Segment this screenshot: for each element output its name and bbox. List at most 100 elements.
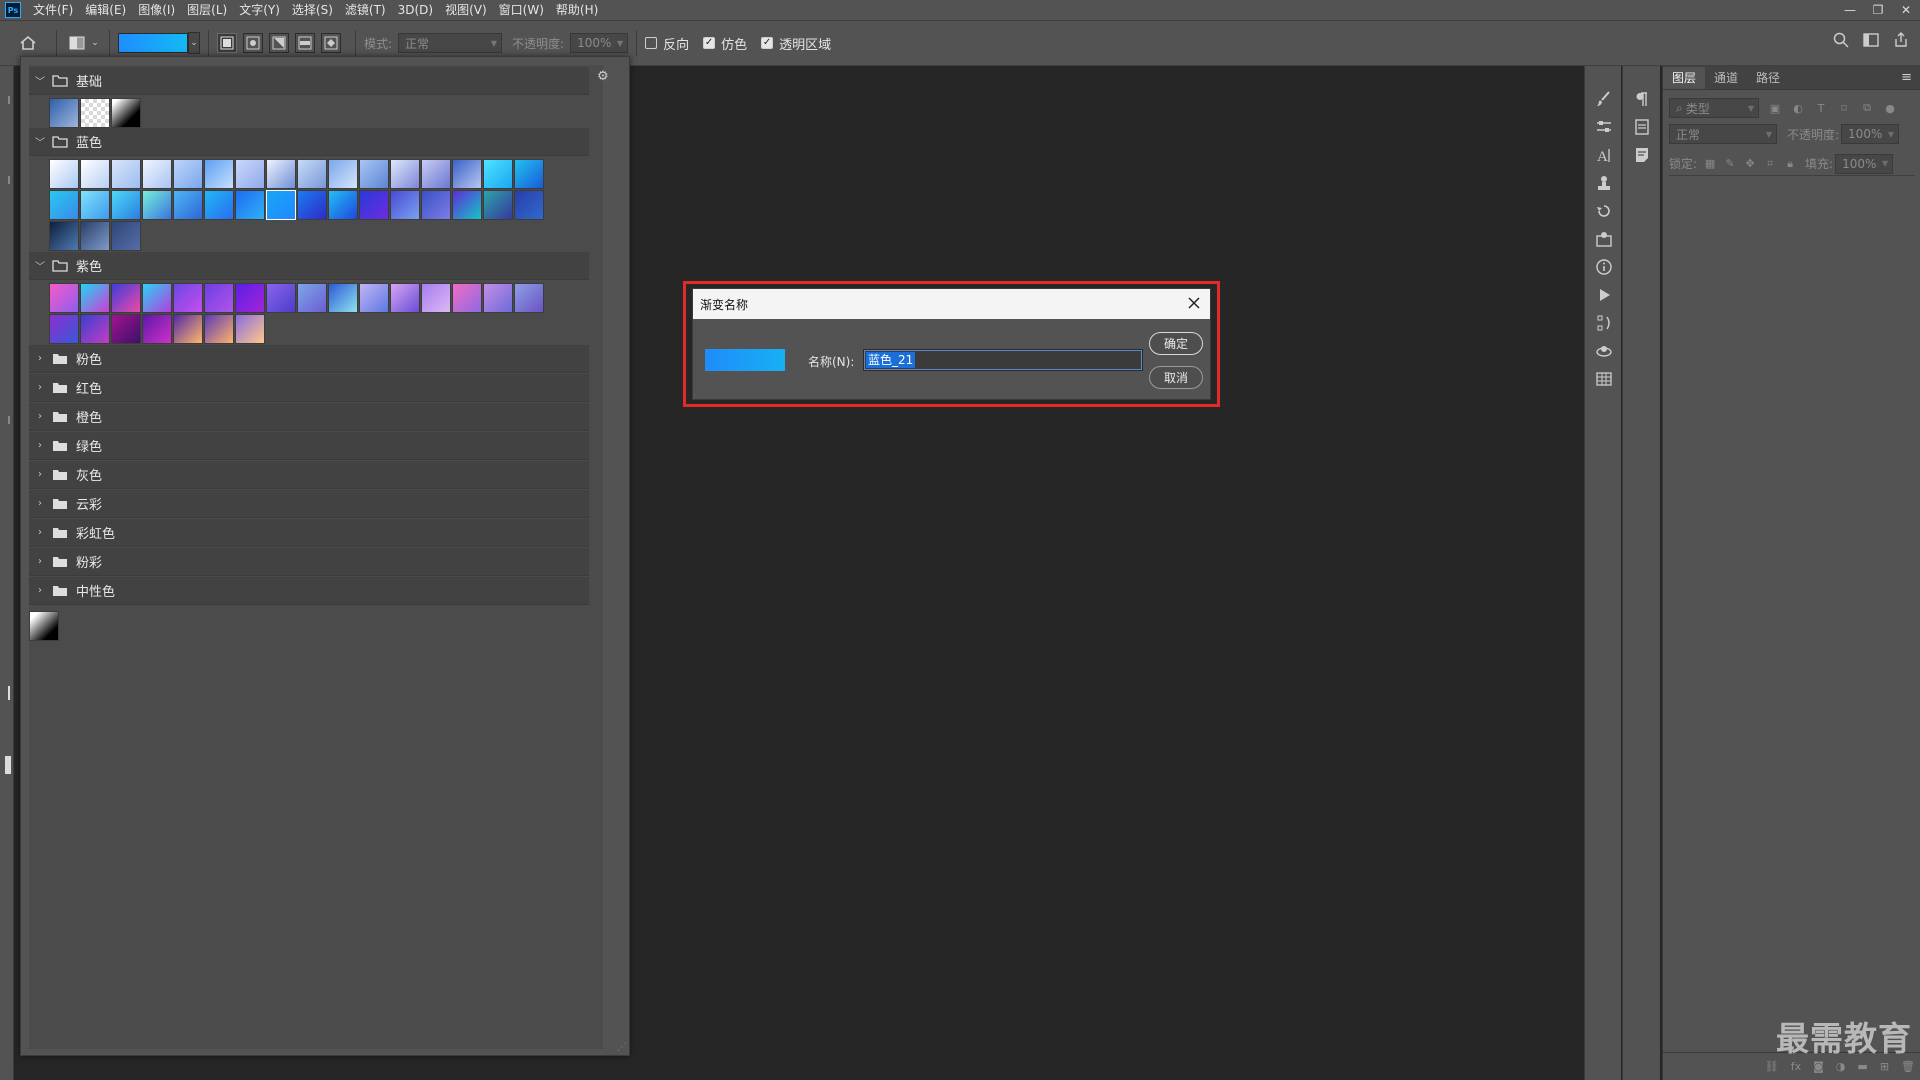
gradient-swatch[interactable] [359, 283, 389, 313]
chevron-right-icon[interactable]: › [32, 585, 48, 596]
adjustment-icon[interactable]: ◑ [1836, 1060, 1846, 1073]
gradient-swatch[interactable] [173, 283, 203, 313]
menu-help[interactable]: 帮助(H) [550, 0, 604, 20]
gradient-swatch[interactable] [111, 314, 141, 344]
chevron-down-icon[interactable]: ﹀ [32, 73, 48, 88]
chevron-right-icon[interactable]: › [32, 382, 48, 393]
pixel-filter-icon[interactable]: ▣ [1768, 101, 1782, 115]
group-purple[interactable]: ﹀ 紫色 [29, 252, 589, 280]
gradient-swatch[interactable] [29, 611, 59, 641]
gradient-swatch[interactable] [328, 190, 358, 220]
blend-mode-select[interactable]: 正常 ▼ [1669, 124, 1777, 144]
gradient-swatch[interactable] [142, 314, 172, 344]
gradient-swatch[interactable] [80, 314, 110, 344]
gradient-swatch[interactable] [483, 190, 513, 220]
link-icon[interactable]: ⛓ [1765, 1060, 1779, 1073]
menu-edit[interactable]: 编辑(E) [79, 0, 132, 20]
paths-button[interactable] [1585, 312, 1622, 334]
gradient-swatch[interactable] [49, 221, 79, 251]
menu-file[interactable]: 文件(F) [27, 0, 79, 20]
gradient-swatch[interactable] [111, 159, 141, 189]
close-window-button[interactable]: ✕ [1892, 0, 1920, 20]
tab-channels[interactable]: 通道 [1705, 67, 1747, 89]
group-pastel[interactable]: › 粉彩 [29, 548, 589, 576]
gradient-swatch[interactable] [359, 159, 389, 189]
linear-gradient-button[interactable] [217, 33, 237, 53]
group-orange[interactable]: › 橙色 [29, 403, 589, 431]
tool-preset-button[interactable] [65, 30, 89, 56]
mask-icon[interactable]: ◙ [1813, 1060, 1824, 1073]
group-basic[interactable]: ﹀ 基础 [29, 67, 589, 95]
gradient-swatch[interactable] [142, 283, 172, 313]
gradient-swatch[interactable] [483, 283, 513, 313]
dither-option[interactable]: ✓ 仿色 [703, 34, 747, 53]
gradient-swatch[interactable] [142, 159, 172, 189]
diamond-gradient-button[interactable] [321, 33, 341, 53]
chevron-right-icon[interactable]: › [32, 469, 48, 480]
smart-object-filter-icon[interactable]: ⧉ [1860, 101, 1874, 115]
chevron-right-icon[interactable]: › [32, 411, 48, 422]
chevron-right-icon[interactable]: › [32, 527, 48, 538]
lock-pixels-icon[interactable]: ✎ [1723, 157, 1737, 171]
gradient-swatch[interactable] [80, 190, 110, 220]
menu-select[interactable]: 选择(S) [286, 0, 339, 20]
gradient-swatch[interactable] [80, 98, 110, 128]
restore-button[interactable]: ❐ [1864, 0, 1892, 20]
menu-image[interactable]: 图像(I) [132, 0, 181, 20]
gradient-swatch[interactable] [204, 190, 234, 220]
group-red[interactable]: › 红色 [29, 374, 589, 402]
menu-view[interactable]: 视图(V) [439, 0, 493, 20]
menu-layer[interactable]: 图层(L) [181, 0, 233, 20]
gradient-swatch[interactable] [514, 283, 544, 313]
chevron-right-icon[interactable]: › [32, 440, 48, 451]
3d-button[interactable] [1585, 340, 1622, 362]
gradient-swatch[interactable] [514, 190, 544, 220]
gradient-swatch[interactable] [452, 190, 482, 220]
gradient-swatch[interactable] [390, 283, 420, 313]
gradient-swatch[interactable] [49, 98, 79, 128]
tab-paths[interactable]: 路径 [1747, 67, 1789, 89]
gradient-swatch[interactable] [173, 314, 203, 344]
gradient-swatch[interactable] [266, 159, 296, 189]
home-button[interactable] [8, 30, 48, 56]
gradient-swatch[interactable] [80, 159, 110, 189]
chevron-down-icon[interactable]: ﹀ [32, 258, 48, 273]
info-button[interactable] [1585, 256, 1622, 278]
actions-button[interactable] [1585, 284, 1622, 306]
adjustment-filter-icon[interactable]: ◐ [1791, 101, 1805, 115]
shape-filter-icon[interactable]: ⌑ [1837, 101, 1851, 115]
gradient-swatch[interactable] [452, 159, 482, 189]
chevron-right-icon[interactable]: › [32, 498, 48, 509]
reverse-checkbox[interactable] [645, 37, 658, 49]
lock-transparent-icon[interactable]: ▦ [1703, 157, 1717, 171]
gradient-swatch[interactable] [514, 159, 544, 189]
gradient-picker-swatch[interactable] [118, 33, 188, 53]
paragraph-button[interactable] [1623, 88, 1660, 110]
chevron-down-icon[interactable]: ﹀ [32, 134, 48, 149]
opacity-field[interactable]: 100% ▼ [570, 33, 629, 53]
gradient-swatch[interactable] [421, 283, 451, 313]
gradient-swatch[interactable] [204, 314, 234, 344]
gradient-swatch[interactable] [359, 190, 389, 220]
name-input[interactable]: 蓝色_21 [863, 349, 1143, 371]
panel-scrollbar[interactable] [589, 65, 603, 1049]
gradient-swatch[interactable] [297, 190, 327, 220]
gradient-swatch[interactable] [173, 159, 203, 189]
transparency-checkbox[interactable]: ✓ [761, 37, 774, 49]
document-canvas[interactable] [632, 66, 1582, 1080]
menu-3d[interactable]: 3D(D) [392, 0, 439, 20]
workspace-icon[interactable] [1862, 31, 1880, 49]
tab-layers[interactable]: 图层 [1663, 67, 1706, 89]
group-blue[interactable]: ﹀ 蓝色 [29, 128, 589, 156]
gradient-swatch[interactable] [266, 283, 296, 313]
ok-button[interactable]: 确定 [1149, 332, 1203, 355]
gradient-swatch[interactable] [297, 159, 327, 189]
radial-gradient-button[interactable] [243, 33, 263, 53]
gradient-swatch[interactable] [111, 190, 141, 220]
chevron-right-icon[interactable]: › [32, 556, 48, 567]
character-button[interactable]: A [1585, 144, 1622, 166]
gradient-swatch[interactable] [297, 283, 327, 313]
clone-source-button[interactable] [1585, 172, 1622, 194]
trash-icon[interactable]: 🗑︎ [1901, 1060, 1915, 1073]
adjustments-button[interactable] [1585, 116, 1622, 138]
